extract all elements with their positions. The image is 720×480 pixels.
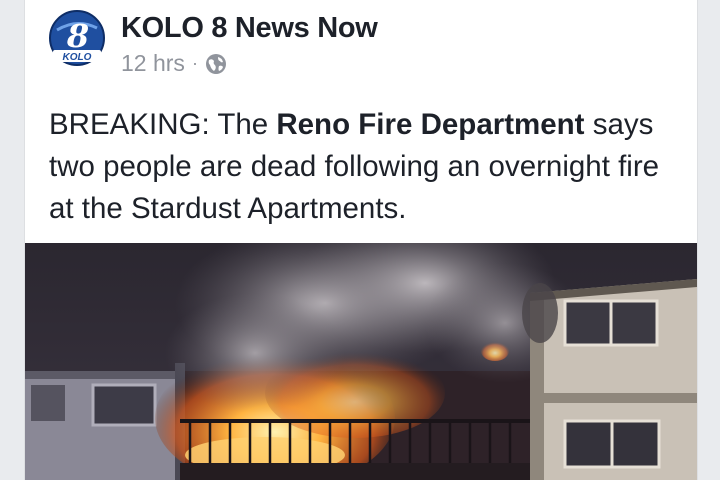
- kolo-logo-icon: 8 KOLO: [49, 10, 105, 66]
- apartment-fire-photo[interactable]: [25, 243, 697, 480]
- svg-text:8: 8: [66, 17, 89, 55]
- news-post-card: 8 KOLO KOLO 8 News Now 12 hrs · BREAKING…: [24, 0, 698, 480]
- meta-separator: ·: [191, 53, 198, 73]
- post-timestamp[interactable]: 12 hrs: [121, 50, 185, 77]
- globe-icon[interactable]: [205, 53, 227, 75]
- svg-text:KOLO: KOLO: [63, 52, 92, 63]
- fire-department-mention[interactable]: Reno Fire Department: [276, 108, 584, 141]
- post-meta: 12 hrs ·: [121, 50, 227, 77]
- post-body-text: BREAKING: The Reno Fire Department says …: [49, 108, 660, 225]
- page-name-link[interactable]: KOLO 8 News Now: [121, 12, 378, 45]
- page-avatar[interactable]: 8 KOLO: [49, 10, 105, 66]
